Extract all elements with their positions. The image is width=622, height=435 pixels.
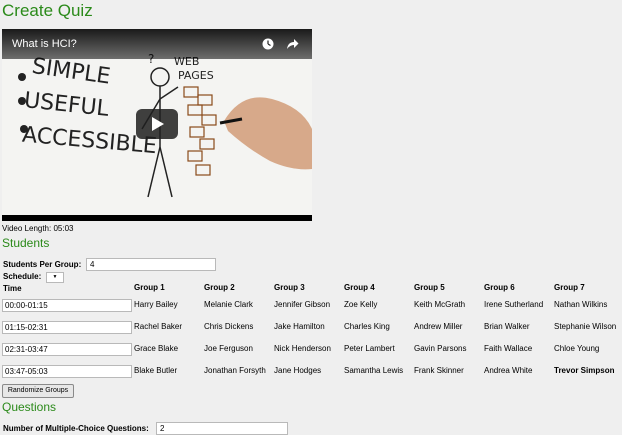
student-cell: Rachel Baker <box>134 322 183 331</box>
student-cell: Charles King <box>344 322 390 331</box>
student-cell: Peter Lambert <box>344 344 395 353</box>
student-cell: Faith Wallace <box>484 344 533 353</box>
group-header: Group 2 <box>204 283 235 292</box>
student-cell: Melanie Clark <box>204 300 253 309</box>
student-cell: Brian Walker <box>484 322 530 331</box>
video-progress-bar[interactable] <box>2 215 312 221</box>
students-heading: Students <box>2 236 50 250</box>
video-length: Video Length: 05:03 <box>2 224 74 233</box>
student-cell: Jennifer Gibson <box>274 300 331 309</box>
questions-heading: Questions <box>2 400 57 414</box>
time-slot-input[interactable]: 03:47-05:03 <box>2 365 132 378</box>
svg-text:PAGES: PAGES <box>178 69 214 82</box>
student-cell: Trevor Simpson <box>554 366 615 375</box>
student-cell: Jonathan Forsyth <box>204 366 266 375</box>
clock-icon[interactable] <box>262 38 274 50</box>
mc-questions-label: Number of Multiple-Choice Questions: <box>3 424 149 433</box>
student-cell: Samantha Lewis <box>344 366 404 375</box>
student-cell: Zoe Kelly <box>344 300 378 309</box>
video-title[interactable]: What is HCI? <box>12 38 77 50</box>
student-cell: Nick Henderson <box>274 344 331 353</box>
student-cell: Gavin Parsons <box>414 344 467 353</box>
student-cell: Frank Skinner <box>414 366 464 375</box>
student-cell: Chris Dickens <box>204 322 254 331</box>
randomize-groups-button[interactable]: Randomize Groups <box>2 384 74 398</box>
student-cell: Grace Blake <box>134 344 179 353</box>
student-cell: Jake Hamilton <box>274 322 325 331</box>
group-header: Group 7 <box>554 283 585 292</box>
student-cell: Harry Bailey <box>134 300 178 309</box>
group-header: Group 3 <box>274 283 305 292</box>
page-title: Create Quiz <box>2 1 93 20</box>
student-cell: Keith McGrath <box>414 300 466 309</box>
student-cell: Andrea White <box>484 366 533 375</box>
time-slot-input[interactable]: 00:00-01:15 <box>2 299 132 312</box>
schedule-label: Schedule: <box>3 272 42 281</box>
student-cell: Jane Hodges <box>274 366 322 375</box>
student-cell: Irene Sutherland <box>484 300 544 309</box>
students-per-group-input[interactable]: 4 <box>86 258 216 271</box>
group-header: Group 6 <box>484 283 515 292</box>
schedule-grid: Time Group 1 Group 2 Group 3 Group 4 Gro… <box>0 281 622 381</box>
student-cell: Stephanie Wilson <box>554 322 617 331</box>
video-player[interactable]: SIMPLE USEFUL ACCESSIBLE ? WEB PAGES Wha… <box>2 29 312 221</box>
student-cell: Chloe Young <box>554 344 600 353</box>
student-cell: Andrew Miller <box>414 322 463 331</box>
time-header: Time <box>3 284 22 293</box>
student-cell: Blake Butler <box>134 366 178 375</box>
group-header: Group 4 <box>344 283 375 292</box>
student-cell: Nathan Wilkins <box>554 300 608 309</box>
student-cell: Joe Ferguson <box>204 344 253 353</box>
students-per-group-label: Students Per Group: <box>3 260 82 269</box>
mc-questions-input[interactable]: 2 <box>156 422 288 435</box>
time-slot-input[interactable]: 02:31-03:47 <box>2 343 132 356</box>
group-header: Group 5 <box>414 283 445 292</box>
group-header: Group 1 <box>134 283 165 292</box>
share-icon[interactable] <box>286 38 299 50</box>
time-slot-input[interactable]: 01:15-02:31 <box>2 321 132 334</box>
